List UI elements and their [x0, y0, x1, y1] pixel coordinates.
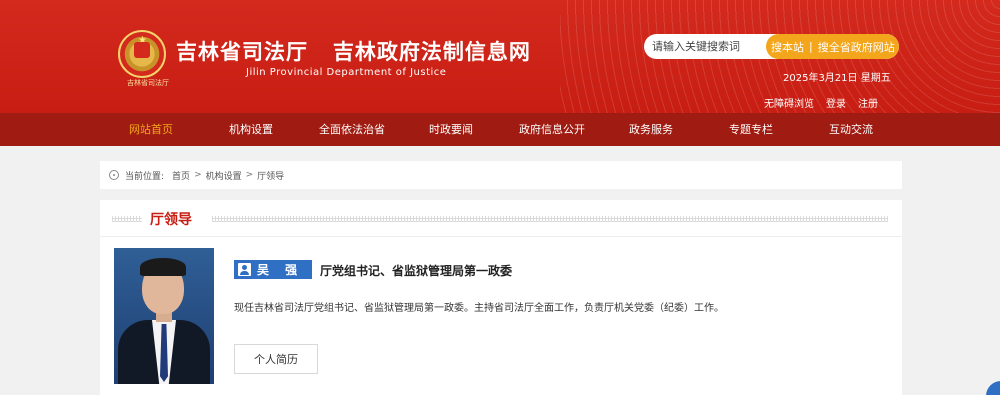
breadcrumb-label: 当前位置: [125, 171, 165, 182]
breadcrumb-separator: > [245, 170, 254, 180]
leader-name: 吴 强 [257, 263, 304, 277]
search-site-button[interactable]: 搜本站 [766, 39, 809, 55]
person-icon [238, 263, 251, 276]
nav-item-interaction[interactable]: 互动交流 [829, 113, 873, 146]
nav-item-organization[interactable]: 机构设置 [229, 113, 273, 146]
site-title[interactable]: 吉林省司法厅 吉林政府法制信息网 [176, 36, 531, 66]
breadcrumb: 当前位置: 首页 > 机构设置 > 厅领导 [100, 161, 902, 189]
resume-button[interactable]: 个人简历 [234, 344, 318, 374]
search-box: 搜本站 | 搜全省政府网站 [644, 34, 899, 59]
breadcrumb-home[interactable]: 首页 [172, 169, 190, 182]
floating-widget-icon[interactable] [986, 381, 1000, 395]
nav-item-gov-services[interactable]: 政务服务 [629, 113, 673, 146]
leader-description: 现任吉林省司法厅党组书记、省监狱管理局第一政委。主持省司法厅全面工作，负责厅机关… [234, 303, 724, 314]
panel-title: 厅领导 [150, 212, 192, 228]
accessibility-link[interactable]: 无障碍浏览 [764, 95, 814, 110]
leader-name-badge: 吴 强 [234, 260, 312, 279]
emblem-label: 吉林省司法厅 [127, 79, 169, 87]
utility-links: 无障碍浏览 登录 注册 [764, 95, 878, 110]
title-decoration-left [112, 216, 142, 222]
panel-header: 厅领导 [100, 200, 902, 237]
current-date: 2025年3月21日 星期五 [783, 73, 891, 84]
main-nav: 网站首页 机构设置 全面依法治省 时政要闻 政府信息公开 政务服务 专题专栏 互… [0, 113, 1000, 146]
title-decoration-right [212, 216, 888, 222]
leaders-panel: 厅领导 吴 强 厅党组书记、省监狱管理局第一政委 现任吉林省司法厅党组书记、省监… [100, 200, 902, 395]
site-subtitle: Jilin Provincial Department of Justice [246, 67, 447, 78]
search-buttons: 搜本站 | 搜全省政府网站 [766, 34, 899, 59]
nav-item-gov-info[interactable]: 政府信息公开 [519, 113, 585, 146]
nav-item-special-topics[interactable]: 专题专栏 [729, 113, 773, 146]
nav-item-news[interactable]: 时政要闻 [429, 113, 473, 146]
login-link[interactable]: 登录 [826, 95, 846, 110]
breadcrumb-organization[interactable]: 机构设置 [206, 169, 242, 182]
leader-position: 厅党组书记、省监狱管理局第一政委 [320, 264, 513, 278]
national-emblem-icon: ★ [118, 30, 166, 78]
leader-photo [114, 248, 214, 384]
search-input[interactable] [644, 34, 766, 59]
search-gov-sites-button[interactable]: 搜全省政府网站 [813, 39, 899, 55]
register-link[interactable]: 注册 [858, 95, 878, 110]
location-icon [109, 170, 119, 180]
breadcrumb-current: 厅领导 [257, 171, 285, 182]
nav-item-home[interactable]: 网站首页 [129, 113, 173, 146]
site-header: ★ 吉林省司法厅 吉林省司法厅 吉林政府法制信息网 Jilin Provinci… [0, 0, 1000, 113]
breadcrumb-separator: > [194, 170, 202, 180]
nav-item-rule-of-law[interactable]: 全面依法治省 [319, 113, 385, 146]
